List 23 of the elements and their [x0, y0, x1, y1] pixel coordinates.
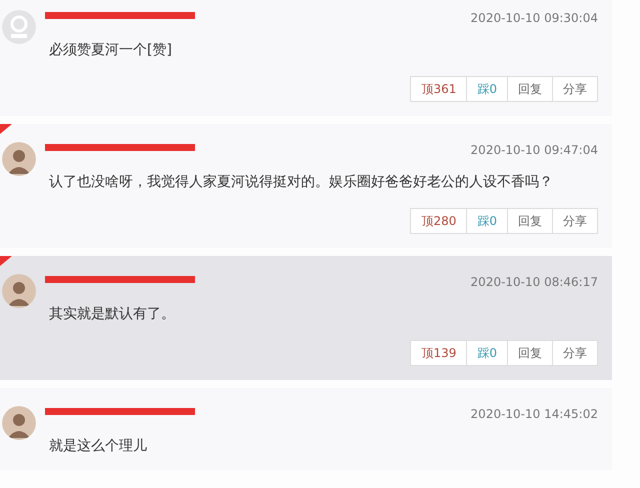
action-button[interactable]: 分享: [552, 76, 598, 102]
comment-time: 2020-10-10 14:45:02: [470, 407, 598, 421]
action-button[interactable]: 分享: [552, 340, 598, 366]
comment-time: 2020-10-10 09:30:04: [470, 11, 598, 25]
downvote-button[interactable]: 踩0: [466, 76, 508, 102]
downvote-button[interactable]: 踩0: [466, 208, 508, 234]
action-button[interactable]: 回复: [507, 208, 553, 234]
downvote-button[interactable]: 踩0: [466, 340, 508, 366]
action-button[interactable]: 分享: [552, 208, 598, 234]
upvote-button[interactable]: 顶139: [410, 340, 468, 366]
comment-time: 2020-10-10 08:46:17: [470, 275, 598, 289]
upvote-button[interactable]: 顶361: [410, 76, 468, 102]
comment-text: 其实就是默认有了。: [49, 305, 176, 324]
action-button[interactable]: 回复: [507, 76, 553, 102]
comment-text: 必须赞夏河一个[赞]: [49, 41, 173, 60]
avatar-icon: [2, 142, 36, 176]
comment-text: 就是这么个理儿: [49, 437, 148, 456]
action-button[interactable]: 回复: [507, 340, 553, 366]
avatar-icon: [2, 274, 36, 308]
upvote-button[interactable]: 顶280: [410, 208, 468, 234]
comment-text: 认了也没啥呀，我觉得人家夏河说得挺对的。娱乐圈好爸爸好老公的人设不香吗？: [49, 173, 554, 192]
comment-time: 2020-10-10 09:47:04: [470, 143, 598, 157]
avatar-icon: [2, 406, 36, 440]
